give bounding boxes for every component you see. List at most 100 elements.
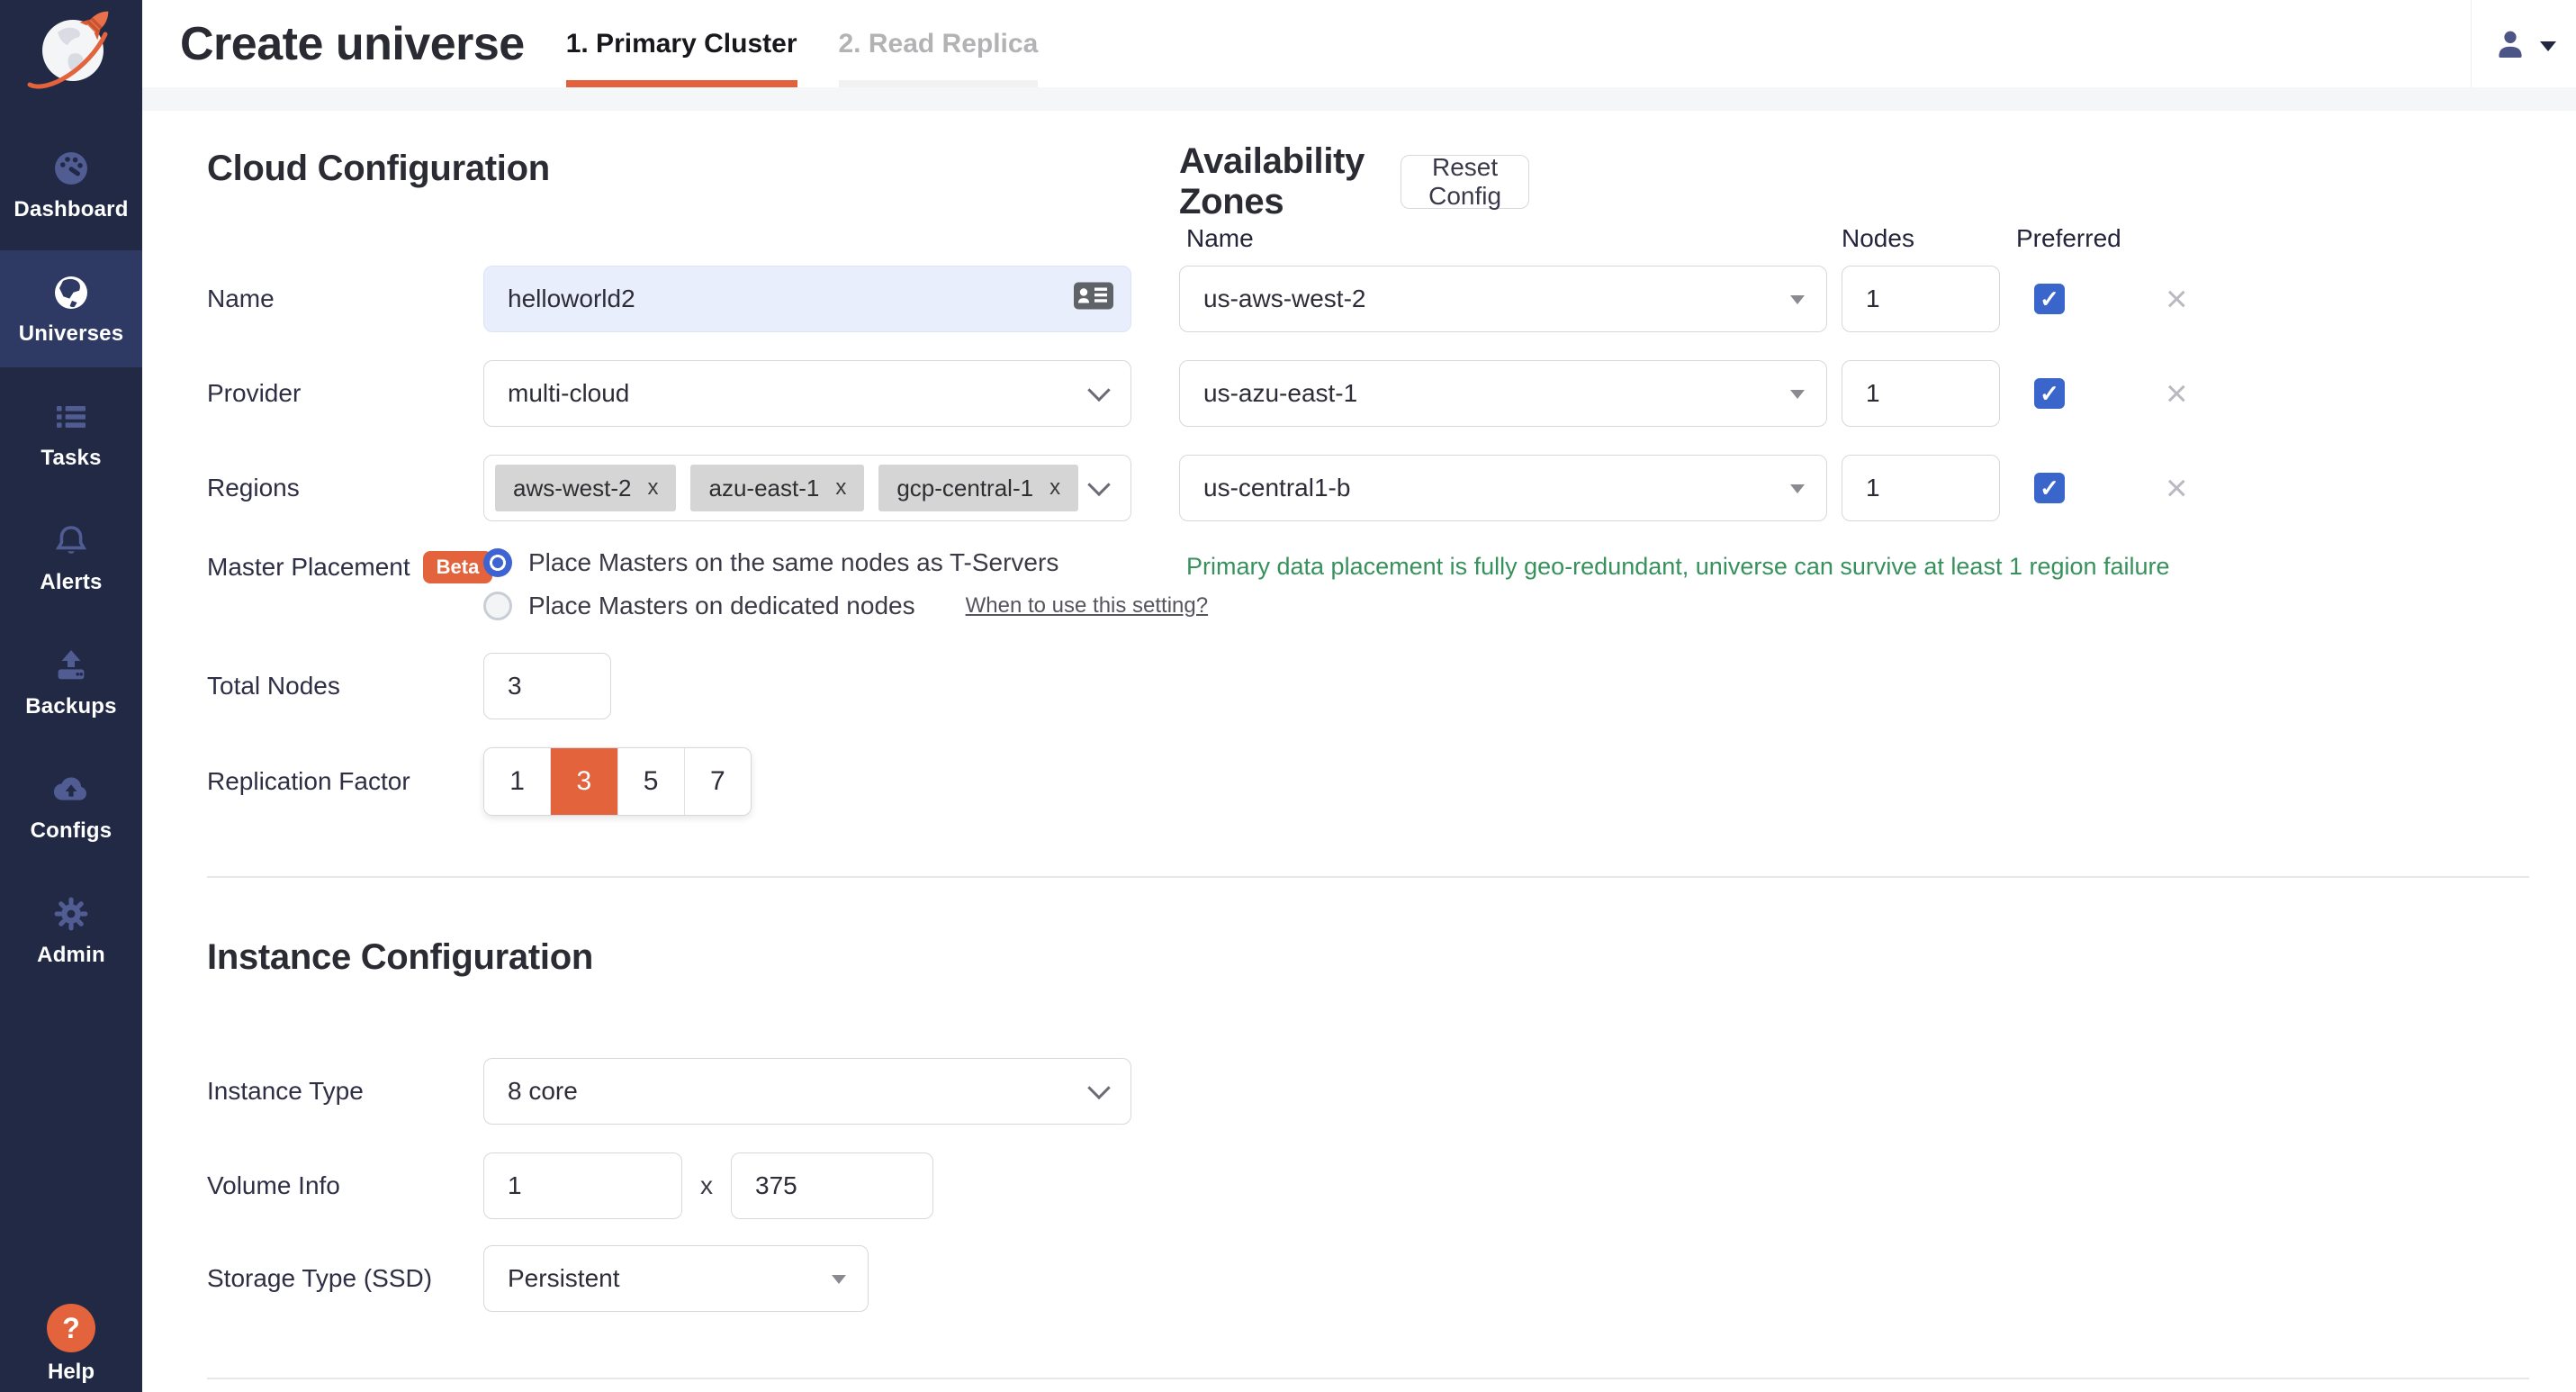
remove-zone-icon[interactable]: ×: [2166, 469, 2188, 507]
instance-type-select[interactable]: 8 core: [483, 1058, 1131, 1125]
az-nodes-input[interactable]: 1: [1842, 266, 2000, 332]
provider-select[interactable]: multi-cloud: [483, 360, 1131, 427]
caret-down-icon: [832, 1275, 846, 1284]
region-tag-label: gcp-central-1: [896, 475, 1033, 502]
when-to-use-link[interactable]: When to use this setting?: [966, 593, 1208, 619]
az-nodes-input[interactable]: 1: [1842, 360, 2000, 427]
placement-status-message: Primary data placement is fully geo-redu…: [1186, 553, 2170, 581]
region-tag-label: azu-east-1: [708, 475, 819, 502]
remove-tag-icon[interactable]: x: [835, 475, 846, 501]
az-row: us-central1-b 1 ✓ ×: [1179, 455, 2223, 521]
total-nodes-label: Total Nodes: [207, 672, 483, 701]
instance-configuration-heading: Instance Configuration: [207, 937, 593, 978]
preferred-checkbox-checked[interactable]: ✓: [2034, 284, 2065, 314]
regions-label: Regions: [207, 474, 483, 502]
chevron-down-icon: [1087, 379, 1110, 402]
volume-info-row: Volume Info 1 x 375: [207, 1152, 933, 1219]
rf-option-7[interactable]: 7: [685, 748, 751, 815]
create-universe-page: Dashboard Universes: [0, 0, 2576, 1392]
backup-upload-icon: [50, 644, 93, 687]
regions-multiselect[interactable]: aws-west-2 x azu-east-1 x gcp-central-1 …: [483, 455, 1131, 521]
regions-row: Regions aws-west-2 x azu-east-1 x gcp-ce…: [207, 455, 1131, 521]
volume-size-input[interactable]: 375: [731, 1152, 933, 1219]
remove-tag-icon[interactable]: x: [647, 475, 658, 501]
provider-label: Provider: [207, 379, 483, 408]
preferred-checkbox-checked[interactable]: ✓: [2034, 378, 2065, 409]
remove-tag-icon[interactable]: x: [1049, 475, 1060, 501]
remove-zone-icon[interactable]: ×: [2166, 280, 2188, 318]
tab-active-underline: [566, 80, 797, 87]
section-divider: [207, 1378, 2529, 1379]
remove-zone-icon[interactable]: ×: [2166, 375, 2188, 412]
volume-count-value: 1: [508, 1171, 522, 1200]
gauge-icon: [50, 147, 93, 190]
az-column-name: Name: [1186, 224, 1254, 253]
radio-option-same-nodes[interactable]: Place Masters on the same nodes as T-Ser…: [483, 548, 1208, 577]
availability-zones-heading: Availability Zones: [1179, 141, 1365, 222]
tab-read-replica[interactable]: 2. Read Replica: [839, 0, 1039, 87]
question-icon: ?: [47, 1304, 95, 1352]
reset-config-button[interactable]: Reset Config: [1401, 155, 1529, 209]
az-row: us-azu-east-1 1 ✓ ×: [1179, 360, 2223, 427]
sidebar-item-help[interactable]: ? Help: [0, 1304, 142, 1385]
preferred-checkbox-checked[interactable]: ✓: [2034, 473, 2065, 503]
az-name-select[interactable]: us-aws-west-2: [1179, 266, 1827, 332]
radio-selected-icon[interactable]: [483, 548, 512, 577]
az-name-select[interactable]: us-azu-east-1: [1179, 360, 1827, 427]
az-name-value: us-azu-east-1: [1203, 379, 1357, 408]
storage-type-value: Persistent: [508, 1264, 620, 1293]
globe-icon: [50, 271, 93, 314]
radio-option-label: Place Masters on the same nodes as T-Ser…: [528, 548, 1058, 577]
sidebar: Dashboard Universes: [0, 0, 142, 1392]
caret-down-icon: [1790, 390, 1805, 399]
region-tag: aws-west-2 x: [495, 465, 676, 511]
tab-primary-cluster[interactable]: 1. Primary Cluster: [566, 0, 797, 87]
instance-type-label: Instance Type: [207, 1077, 483, 1106]
master-placement-row: Master Placement Beta Place Masters on t…: [207, 548, 1208, 620]
az-nodes-input[interactable]: 1: [1842, 455, 2000, 521]
total-nodes-row: Total Nodes 3: [207, 653, 611, 719]
volume-multiplier-separator: x: [700, 1171, 713, 1200]
sidebar-nav: Dashboard Universes: [0, 126, 142, 996]
main-content: Cloud Configuration Name helloworld2: [142, 87, 2576, 1392]
wizard-tabs: 1. Primary Cluster 2. Read Replica: [566, 0, 1039, 87]
sidebar-item-configs[interactable]: Configs: [0, 747, 142, 864]
storage-type-select[interactable]: Persistent: [483, 1245, 869, 1312]
instance-type-row: Instance Type 8 core: [207, 1058, 1131, 1125]
total-nodes-input[interactable]: 3: [483, 653, 611, 719]
master-placement-label-text: Master Placement: [207, 553, 410, 582]
storage-type-row: Storage Type (SSD) Persistent: [207, 1245, 869, 1312]
sidebar-item-tasks[interactable]: Tasks: [0, 375, 142, 492]
sidebar-item-backups[interactable]: Backups: [0, 623, 142, 740]
cloud-configuration-heading: Cloud Configuration: [207, 149, 550, 189]
rf-option-5[interactable]: 5: [618, 748, 685, 815]
volume-count-input[interactable]: 1: [483, 1152, 682, 1219]
tab-label: 2. Read Replica: [839, 29, 1039, 59]
sidebar-item-dashboard[interactable]: Dashboard: [0, 126, 142, 243]
caret-down-icon: [1790, 295, 1805, 304]
user-icon: [2491, 25, 2529, 63]
sidebar-item-admin[interactable]: Admin: [0, 872, 142, 989]
radio-unselected-icon[interactable]: [483, 592, 512, 620]
provider-value: multi-cloud: [508, 379, 629, 408]
universe-name-input[interactable]: helloworld2: [483, 266, 1131, 332]
radio-option-label: Place Masters on dedicated nodes: [528, 592, 915, 620]
sidebar-item-universes[interactable]: Universes: [0, 250, 142, 367]
replication-factor-group: 1 3 5 7: [483, 747, 752, 816]
volume-info-label: Volume Info: [207, 1171, 483, 1200]
master-placement-options: Place Masters on the same nodes as T-Ser…: [483, 548, 1208, 620]
user-menu[interactable]: [2471, 0, 2576, 87]
radio-option-dedicated-nodes[interactable]: Place Masters on dedicated nodes When to…: [483, 592, 1208, 620]
az-name-select[interactable]: us-central1-b: [1179, 455, 1827, 521]
header-shadow-band: [142, 87, 2576, 111]
rf-option-3[interactable]: 3: [551, 748, 617, 815]
yugabyte-logo-icon[interactable]: [17, 0, 125, 99]
sidebar-item-label: Alerts: [40, 570, 102, 595]
contact-card-autofill-icon: [1073, 281, 1114, 318]
provider-row: Provider multi-cloud: [207, 360, 1131, 427]
list-icon: [50, 395, 93, 438]
rf-option-1[interactable]: 1: [484, 748, 551, 815]
beta-badge: Beta: [423, 551, 493, 583]
sidebar-item-alerts[interactable]: Alerts: [0, 499, 142, 616]
page-title: Create universe: [180, 17, 525, 71]
